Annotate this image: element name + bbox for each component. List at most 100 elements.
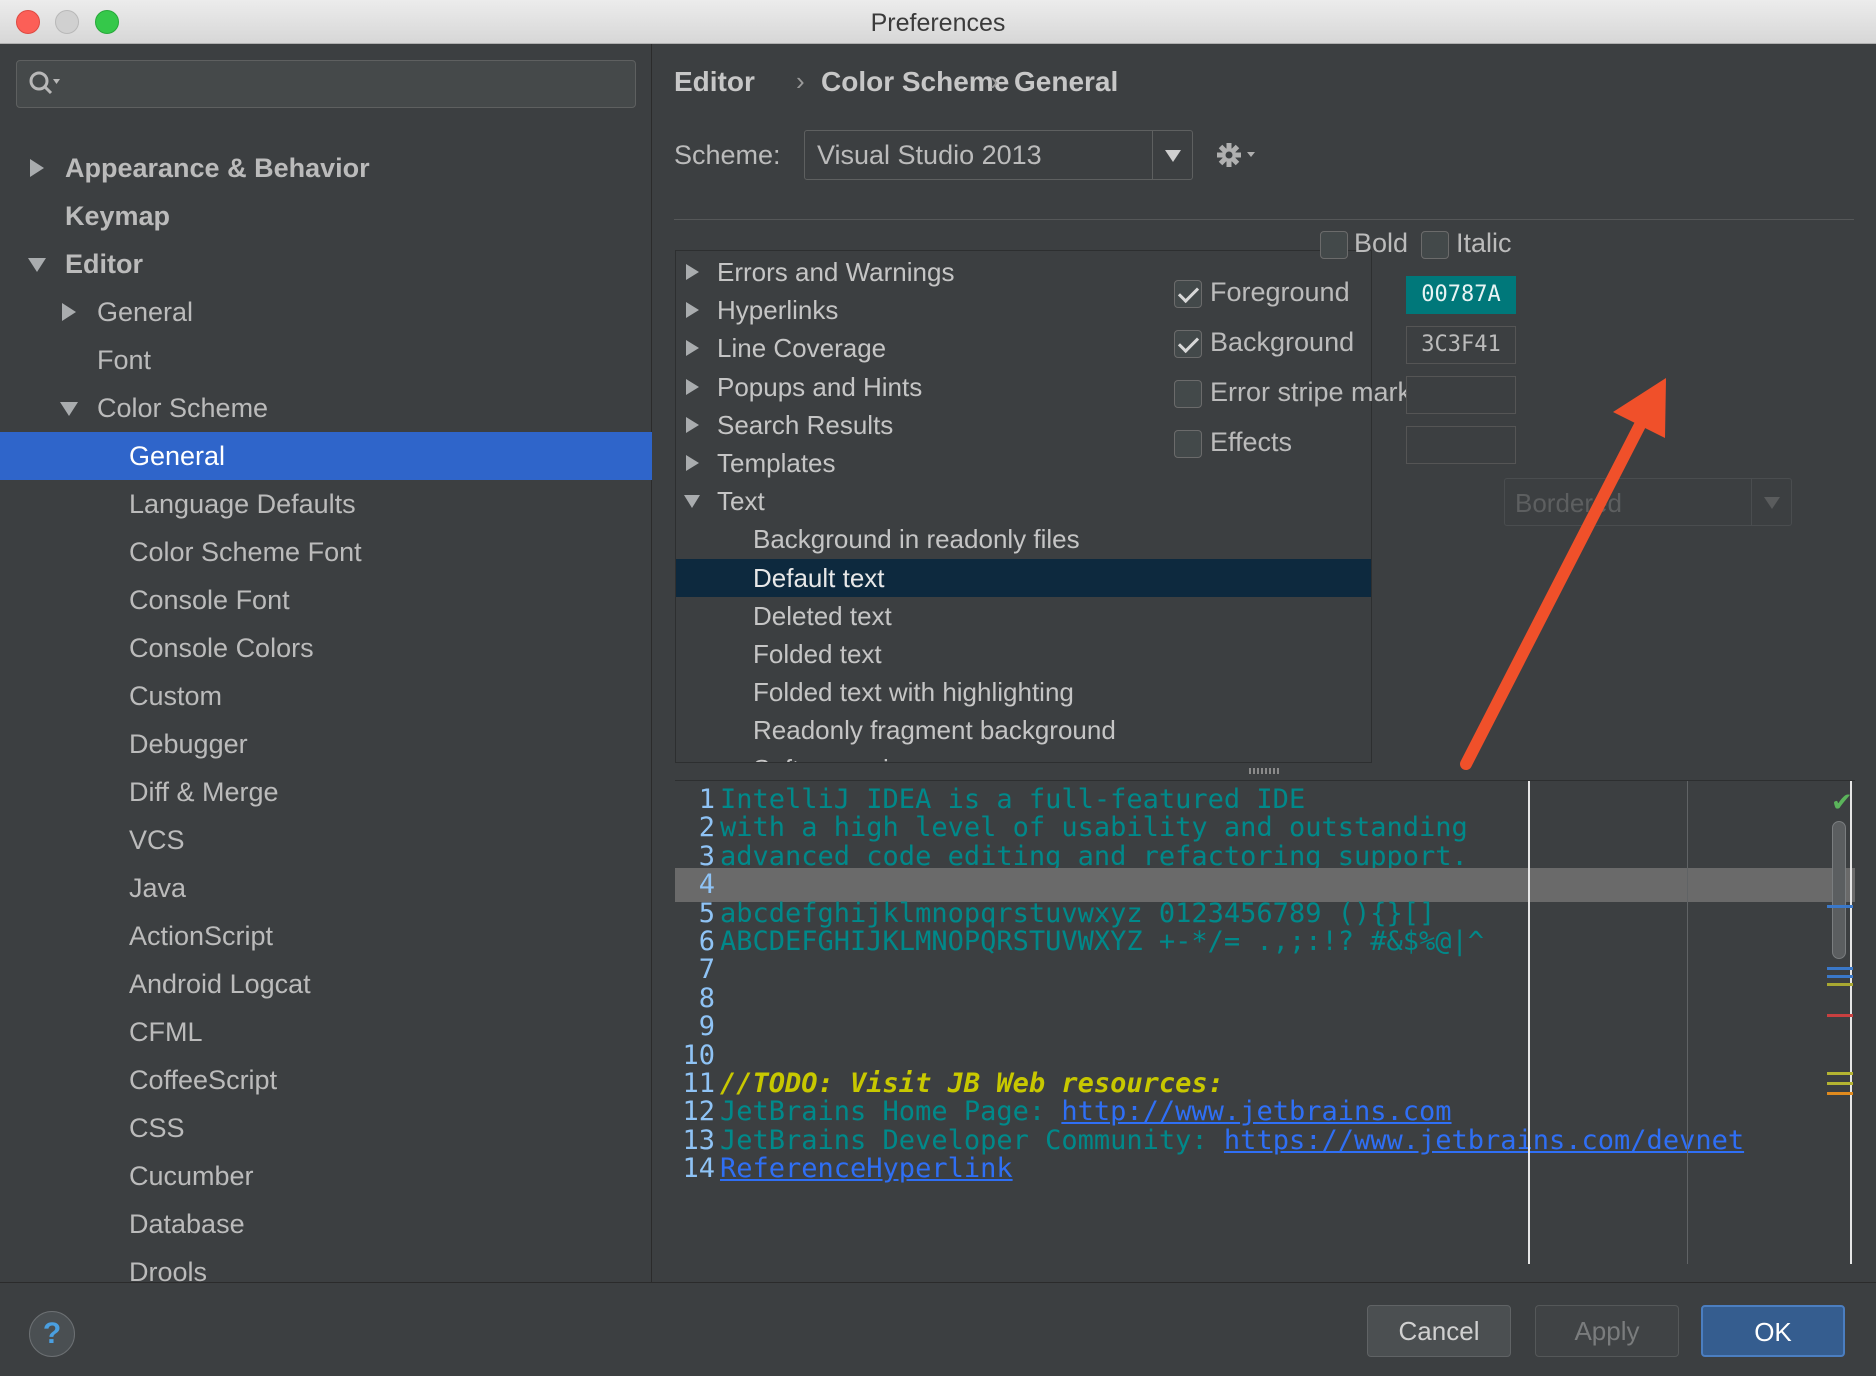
divider bbox=[674, 219, 1854, 220]
sidebar-item[interactable]: ActionScript bbox=[0, 912, 652, 960]
collapse-arrow-icon[interactable] bbox=[686, 340, 699, 357]
cancel-button[interactable]: Cancel bbox=[1367, 1305, 1511, 1357]
sidebar-item[interactable]: Diff & Merge bbox=[0, 768, 652, 816]
color-element-item[interactable]: Background in readonly files bbox=[676, 520, 1371, 558]
foreground-color-swatch[interactable]: 00787A bbox=[1406, 276, 1516, 314]
sidebar-item[interactable]: Debugger bbox=[0, 720, 652, 768]
collapse-arrow-icon[interactable] bbox=[62, 303, 76, 321]
scheme-label: Scheme: bbox=[674, 140, 781, 170]
apply-button[interactable]: Apply bbox=[1535, 1305, 1679, 1357]
sidebar-item-label: Font bbox=[97, 345, 152, 375]
color-element-item[interactable]: Default text bbox=[676, 558, 1371, 597]
color-element-item[interactable]: Folded text bbox=[676, 635, 1371, 673]
sidebar-item-label: Console Font bbox=[129, 585, 290, 615]
italic-checkbox[interactable] bbox=[1421, 231, 1449, 259]
collapse-arrow-icon[interactable] bbox=[686, 416, 699, 433]
settings-sidebar: Appearance & Behavior Keymap Editor General… bbox=[0, 44, 652, 1287]
gear-icon[interactable] bbox=[1215, 140, 1259, 170]
scheme-dropdown-button[interactable] bbox=[1152, 131, 1192, 179]
color-element-item[interactable]: Folded text with highlighting bbox=[676, 673, 1371, 711]
foreground-label: Foreground bbox=[1210, 277, 1350, 307]
sidebar-item[interactable]: CFML bbox=[0, 1008, 652, 1056]
sidebar-item[interactable]: General bbox=[0, 432, 652, 480]
code-preview[interactable]: 1 IntelliJ IDEA is a full-featured IDE 2 wi… bbox=[675, 780, 1855, 1264]
sidebar-item[interactable]: Java bbox=[0, 864, 652, 912]
collapse-arrow-icon[interactable] bbox=[686, 264, 699, 280]
sidebar-item[interactable]: Keymap bbox=[0, 192, 652, 240]
expand-arrow-icon[interactable] bbox=[28, 258, 46, 272]
background-color-swatch[interactable]: 3C3F41 bbox=[1406, 326, 1516, 364]
sidebar-item[interactable]: CoffeeScript bbox=[0, 1056, 652, 1104]
error-stripe-marker[interactable] bbox=[1827, 1082, 1853, 1085]
error-stripe-marker[interactable] bbox=[1827, 905, 1853, 908]
sidebar-item[interactable]: Editor bbox=[0, 240, 652, 288]
color-element-item[interactable]: Text bbox=[676, 482, 1371, 520]
sidebar-item[interactable]: Console Font bbox=[0, 576, 652, 624]
sidebar-item[interactable]: Color Scheme bbox=[0, 384, 652, 432]
background-checkbox[interactable] bbox=[1174, 330, 1202, 358]
sidebar-item[interactable]: CSS bbox=[0, 1104, 652, 1152]
search-icon[interactable] bbox=[27, 69, 61, 99]
effects-checkbox[interactable] bbox=[1174, 430, 1202, 458]
ok-button[interactable]: OK bbox=[1701, 1305, 1845, 1357]
scheme-dropdown[interactable]: Visual Studio 2013 bbox=[804, 130, 1193, 180]
color-element-item[interactable]: Deleted text bbox=[676, 597, 1371, 635]
collapse-arrow-icon[interactable] bbox=[686, 302, 699, 319]
sidebar-item-label: Cucumber bbox=[129, 1161, 254, 1191]
sidebar-item[interactable]: Font bbox=[0, 336, 652, 384]
collapse-arrow-icon[interactable] bbox=[686, 378, 699, 395]
effects-color-swatch[interactable] bbox=[1406, 426, 1516, 464]
sidebar-item[interactable]: Android Logcat bbox=[0, 960, 652, 1008]
code-text-content: JetBrains Developer Community: bbox=[720, 1124, 1224, 1156]
preview-scrollbar[interactable] bbox=[1832, 821, 1846, 959]
color-element-label: Soft wrap sign bbox=[753, 750, 918, 762]
color-element-label: Errors and Warnings bbox=[717, 257, 955, 287]
hyperlink[interactable]: https://www.jetbrains.com/devnet bbox=[1224, 1125, 1744, 1156]
code-text: ReferenceHyperlink bbox=[720, 1152, 1013, 1186]
splitter-handle[interactable] bbox=[1249, 768, 1279, 774]
sidebar-item[interactable]: General bbox=[0, 288, 652, 336]
sidebar-item[interactable]: Console Colors bbox=[0, 624, 652, 672]
error-stripe-marker[interactable] bbox=[1827, 975, 1853, 978]
breadcrumb-color-scheme[interactable]: Color Scheme bbox=[821, 66, 1009, 98]
error-stripe-marker[interactable] bbox=[1827, 983, 1853, 986]
hyperlink[interactable]: http://www.jetbrains.com bbox=[1061, 1096, 1451, 1127]
scheme-value: Visual Studio 2013 bbox=[817, 140, 1042, 170]
error-stripe-marker[interactable] bbox=[1827, 1072, 1853, 1075]
sidebar-item[interactable]: Database bbox=[0, 1200, 652, 1248]
error-stripe-color-swatch[interactable] bbox=[1406, 376, 1516, 414]
collapse-arrow-icon[interactable] bbox=[686, 455, 699, 471]
expand-arrow-icon[interactable] bbox=[60, 402, 78, 416]
error-stripe-marker[interactable] bbox=[1827, 1092, 1853, 1095]
sidebar-item[interactable]: Color Scheme Font bbox=[0, 528, 652, 576]
color-element-item[interactable]: Soft wrap sign bbox=[676, 750, 1371, 762]
error-stripe-marker[interactable] bbox=[1827, 967, 1853, 970]
sidebar-item[interactable]: VCS bbox=[0, 816, 652, 864]
help-button[interactable]: ? bbox=[29, 1311, 75, 1357]
code-text-content: abcdefghijklmnopqrstuvwxyz 0123456789 ()… bbox=[720, 897, 1436, 929]
foreground-checkbox[interactable] bbox=[1174, 280, 1202, 308]
sidebar-item-label: Database bbox=[129, 1209, 245, 1239]
error-stripe-checkbox[interactable] bbox=[1174, 380, 1202, 408]
window-title: Preferences bbox=[870, 9, 1006, 37]
bold-checkbox[interactable] bbox=[1320, 231, 1348, 259]
code-text-content: ABCDEFGHIJKLMNOPQRSTUVWXYZ +-*/= .,;:!? … bbox=[720, 926, 1485, 957]
error-stripe-marker[interactable] bbox=[1827, 1014, 1853, 1017]
search-input[interactable] bbox=[16, 60, 636, 108]
collapse-arrow-icon[interactable] bbox=[30, 159, 44, 177]
sidebar-item[interactable]: Cucumber bbox=[0, 1152, 652, 1200]
sidebar-item-label: Java bbox=[129, 873, 187, 903]
sidebar-item[interactable]: Custom bbox=[0, 672, 652, 720]
code-text-content: //TODO: Visit JB Web resources: bbox=[720, 1068, 1224, 1099]
sidebar-item[interactable]: Language Defaults bbox=[0, 480, 652, 528]
hyperlink[interactable]: ReferenceHyperlink bbox=[720, 1153, 1013, 1184]
breadcrumb-separator: › bbox=[990, 66, 999, 96]
color-element-label: Folded text bbox=[753, 639, 882, 669]
color-element-label: Readonly fragment background bbox=[753, 715, 1116, 746]
color-element-label: Search Results bbox=[717, 409, 894, 440]
sidebar-item[interactable]: Appearance & Behavior bbox=[0, 144, 652, 192]
breadcrumb-editor[interactable]: Editor bbox=[674, 66, 755, 98]
code-text-content: JetBrains Home Page: bbox=[720, 1096, 1062, 1128]
color-element-item[interactable]: Readonly fragment background bbox=[676, 711, 1371, 749]
expand-arrow-icon[interactable] bbox=[684, 495, 700, 509]
